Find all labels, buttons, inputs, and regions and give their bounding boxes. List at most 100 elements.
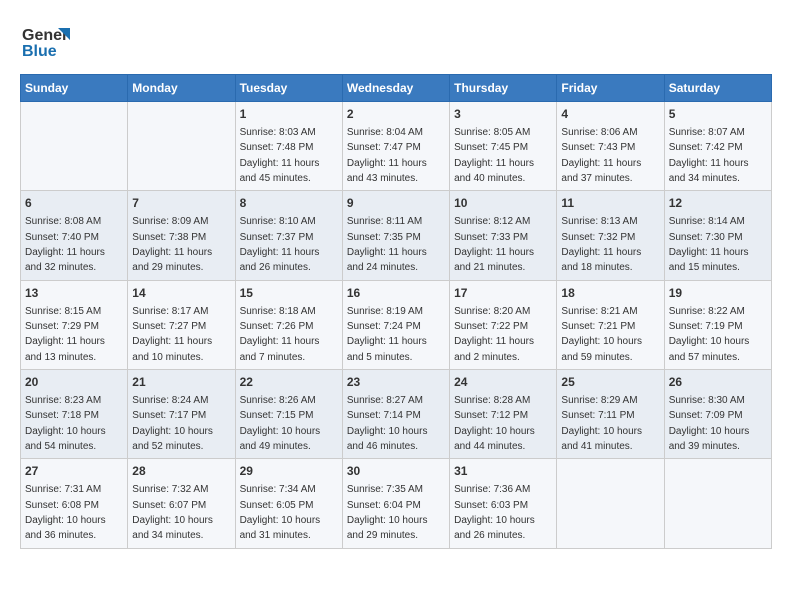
calendar-cell: 28 Sunrise: 7:32 AM Sunset: 6:07 PM Dayli… bbox=[128, 459, 235, 548]
weekday-header-friday: Friday bbox=[557, 75, 664, 102]
day-info: Sunrise: 7:32 AM Sunset: 6:07 PM Dayligh… bbox=[132, 484, 215, 541]
day-number: 17 bbox=[454, 285, 552, 302]
day-info: Sunrise: 8:21 AM Sunset: 7:21 PM Dayligh… bbox=[561, 306, 644, 363]
calendar-cell: 25 Sunrise: 8:29 AM Sunset: 7:11 PM Dayli… bbox=[557, 370, 664, 459]
day-number: 27 bbox=[25, 463, 123, 480]
day-info: Sunrise: 8:05 AM Sunset: 7:45 PM Dayligh… bbox=[454, 127, 537, 184]
day-info: Sunrise: 8:22 AM Sunset: 7:19 PM Dayligh… bbox=[669, 306, 752, 363]
calendar-cell: 19 Sunrise: 8:22 AM Sunset: 7:19 PM Dayli… bbox=[664, 280, 771, 369]
day-info: Sunrise: 8:14 AM Sunset: 7:30 PM Dayligh… bbox=[669, 216, 752, 273]
day-number: 29 bbox=[240, 463, 338, 480]
svg-text:Blue: Blue bbox=[22, 43, 57, 60]
day-number: 13 bbox=[25, 285, 123, 302]
day-info: Sunrise: 8:28 AM Sunset: 7:12 PM Dayligh… bbox=[454, 395, 537, 452]
day-number: 5 bbox=[669, 106, 767, 123]
calendar-table: SundayMondayTuesdayWednesdayThursdayFrid… bbox=[20, 74, 772, 549]
calendar-cell: 16 Sunrise: 8:19 AM Sunset: 7:24 PM Dayli… bbox=[342, 280, 449, 369]
day-info: Sunrise: 8:03 AM Sunset: 7:48 PM Dayligh… bbox=[240, 127, 323, 184]
day-number: 23 bbox=[347, 374, 445, 391]
day-info: Sunrise: 8:26 AM Sunset: 7:15 PM Dayligh… bbox=[240, 395, 323, 452]
calendar-week-4: 20 Sunrise: 8:23 AM Sunset: 7:18 PM Dayli… bbox=[21, 370, 772, 459]
day-info: Sunrise: 8:30 AM Sunset: 7:09 PM Dayligh… bbox=[669, 395, 752, 452]
day-info: Sunrise: 8:15 AM Sunset: 7:29 PM Dayligh… bbox=[25, 306, 108, 363]
day-number: 24 bbox=[454, 374, 552, 391]
day-number: 16 bbox=[347, 285, 445, 302]
day-number: 28 bbox=[132, 463, 230, 480]
day-info: Sunrise: 8:19 AM Sunset: 7:24 PM Dayligh… bbox=[347, 306, 430, 363]
day-number: 19 bbox=[669, 285, 767, 302]
calendar-cell: 23 Sunrise: 8:27 AM Sunset: 7:14 PM Dayli… bbox=[342, 370, 449, 459]
calendar-cell: 4 Sunrise: 8:06 AM Sunset: 7:43 PM Daylig… bbox=[557, 102, 664, 191]
day-info: Sunrise: 8:07 AM Sunset: 7:42 PM Dayligh… bbox=[669, 127, 752, 184]
calendar-cell: 7 Sunrise: 8:09 AM Sunset: 7:38 PM Daylig… bbox=[128, 191, 235, 280]
day-info: Sunrise: 8:13 AM Sunset: 7:32 PM Dayligh… bbox=[561, 216, 644, 273]
day-number: 22 bbox=[240, 374, 338, 391]
calendar-header: SundayMondayTuesdayWednesdayThursdayFrid… bbox=[21, 75, 772, 102]
calendar-cell: 13 Sunrise: 8:15 AM Sunset: 7:29 PM Dayli… bbox=[21, 280, 128, 369]
weekday-header-wednesday: Wednesday bbox=[342, 75, 449, 102]
day-info: Sunrise: 7:31 AM Sunset: 6:08 PM Dayligh… bbox=[25, 484, 108, 541]
page-header: General Blue bbox=[20, 20, 772, 64]
day-info: Sunrise: 8:08 AM Sunset: 7:40 PM Dayligh… bbox=[25, 216, 108, 273]
day-number: 12 bbox=[669, 195, 767, 212]
calendar-cell bbox=[21, 102, 128, 191]
day-number: 7 bbox=[132, 195, 230, 212]
day-number: 15 bbox=[240, 285, 338, 302]
calendar-cell: 18 Sunrise: 8:21 AM Sunset: 7:21 PM Dayli… bbox=[557, 280, 664, 369]
day-info: Sunrise: 8:27 AM Sunset: 7:14 PM Dayligh… bbox=[347, 395, 430, 452]
day-info: Sunrise: 8:06 AM Sunset: 7:43 PM Dayligh… bbox=[561, 127, 644, 184]
day-info: Sunrise: 8:24 AM Sunset: 7:17 PM Dayligh… bbox=[132, 395, 215, 452]
weekday-header-sunday: Sunday bbox=[21, 75, 128, 102]
day-info: Sunrise: 8:23 AM Sunset: 7:18 PM Dayligh… bbox=[25, 395, 108, 452]
calendar-body: 1 Sunrise: 8:03 AM Sunset: 7:48 PM Daylig… bbox=[21, 102, 772, 549]
day-number: 4 bbox=[561, 106, 659, 123]
day-number: 8 bbox=[240, 195, 338, 212]
day-number: 9 bbox=[347, 195, 445, 212]
day-number: 18 bbox=[561, 285, 659, 302]
calendar-cell: 31Sunrise: 7:36 AM Sunset: 6:03 PM Dayli… bbox=[450, 459, 557, 548]
calendar-cell bbox=[557, 459, 664, 548]
calendar-cell: 26 Sunrise: 8:30 AM Sunset: 7:09 PM Dayli… bbox=[664, 370, 771, 459]
day-number: 20 bbox=[25, 374, 123, 391]
day-number: 6 bbox=[25, 195, 123, 212]
calendar-week-2: 6 Sunrise: 8:08 AM Sunset: 7:40 PM Daylig… bbox=[21, 191, 772, 280]
logo: General Blue bbox=[20, 20, 70, 64]
calendar-cell: 5 Sunrise: 8:07 AM Sunset: 7:42 PM Daylig… bbox=[664, 102, 771, 191]
calendar-cell: 27 Sunrise: 7:31 AM Sunset: 6:08 PM Dayli… bbox=[21, 459, 128, 548]
day-number: 2 bbox=[347, 106, 445, 123]
day-info: Sunrise: 8:11 AM Sunset: 7:35 PM Dayligh… bbox=[347, 216, 430, 273]
day-number: 3 bbox=[454, 106, 552, 123]
day-number: 11 bbox=[561, 195, 659, 212]
calendar-cell: 8Sunrise: 8:10 AM Sunset: 7:37 PM Daylig… bbox=[235, 191, 342, 280]
calendar-cell: 11 Sunrise: 8:13 AM Sunset: 7:32 PM Dayli… bbox=[557, 191, 664, 280]
day-info: Sunrise: 8:04 AM Sunset: 7:47 PM Dayligh… bbox=[347, 127, 430, 184]
day-number: 21 bbox=[132, 374, 230, 391]
day-number: 26 bbox=[669, 374, 767, 391]
weekday-row: SundayMondayTuesdayWednesdayThursdayFrid… bbox=[21, 75, 772, 102]
calendar-cell: 17 Sunrise: 8:20 AM Sunset: 7:22 PM Dayli… bbox=[450, 280, 557, 369]
weekday-header-tuesday: Tuesday bbox=[235, 75, 342, 102]
day-number: 31 bbox=[454, 463, 552, 480]
day-number: 25 bbox=[561, 374, 659, 391]
calendar-cell: 12 Sunrise: 8:14 AM Sunset: 7:30 PM Dayli… bbox=[664, 191, 771, 280]
day-info: Sunrise: 7:35 AM Sunset: 6:04 PM Dayligh… bbox=[347, 484, 430, 541]
calendar-cell: 29Sunrise: 7:34 AM Sunset: 6:05 PM Dayli… bbox=[235, 459, 342, 548]
calendar-week-1: 1 Sunrise: 8:03 AM Sunset: 7:48 PM Daylig… bbox=[21, 102, 772, 191]
day-info: Sunrise: 8:29 AM Sunset: 7:11 PM Dayligh… bbox=[561, 395, 644, 452]
calendar-cell: 22 Sunrise: 8:26 AM Sunset: 7:15 PM Dayli… bbox=[235, 370, 342, 459]
day-info: Sunrise: 8:20 AM Sunset: 7:22 PM Dayligh… bbox=[454, 306, 537, 363]
day-number: 1 bbox=[240, 106, 338, 123]
calendar-cell: 21 Sunrise: 8:24 AM Sunset: 7:17 PM Dayli… bbox=[128, 370, 235, 459]
weekday-header-monday: Monday bbox=[128, 75, 235, 102]
calendar-cell: 30 Sunrise: 7:35 AM Sunset: 6:04 PM Dayli… bbox=[342, 459, 449, 548]
calendar-cell: 6 Sunrise: 8:08 AM Sunset: 7:40 PM Daylig… bbox=[21, 191, 128, 280]
calendar-week-5: 27 Sunrise: 7:31 AM Sunset: 6:08 PM Dayli… bbox=[21, 459, 772, 548]
weekday-header-thursday: Thursday bbox=[450, 75, 557, 102]
day-number: 30 bbox=[347, 463, 445, 480]
calendar-cell bbox=[128, 102, 235, 191]
calendar-cell: 14Sunrise: 8:17 AM Sunset: 7:27 PM Dayli… bbox=[128, 280, 235, 369]
calendar-cell: 9 Sunrise: 8:11 AM Sunset: 7:35 PM Daylig… bbox=[342, 191, 449, 280]
calendar-cell: 10Sunrise: 8:12 AM Sunset: 7:33 PM Dayli… bbox=[450, 191, 557, 280]
calendar-week-3: 13 Sunrise: 8:15 AM Sunset: 7:29 PM Dayli… bbox=[21, 280, 772, 369]
day-info: Sunrise: 8:09 AM Sunset: 7:38 PM Dayligh… bbox=[132, 216, 215, 273]
